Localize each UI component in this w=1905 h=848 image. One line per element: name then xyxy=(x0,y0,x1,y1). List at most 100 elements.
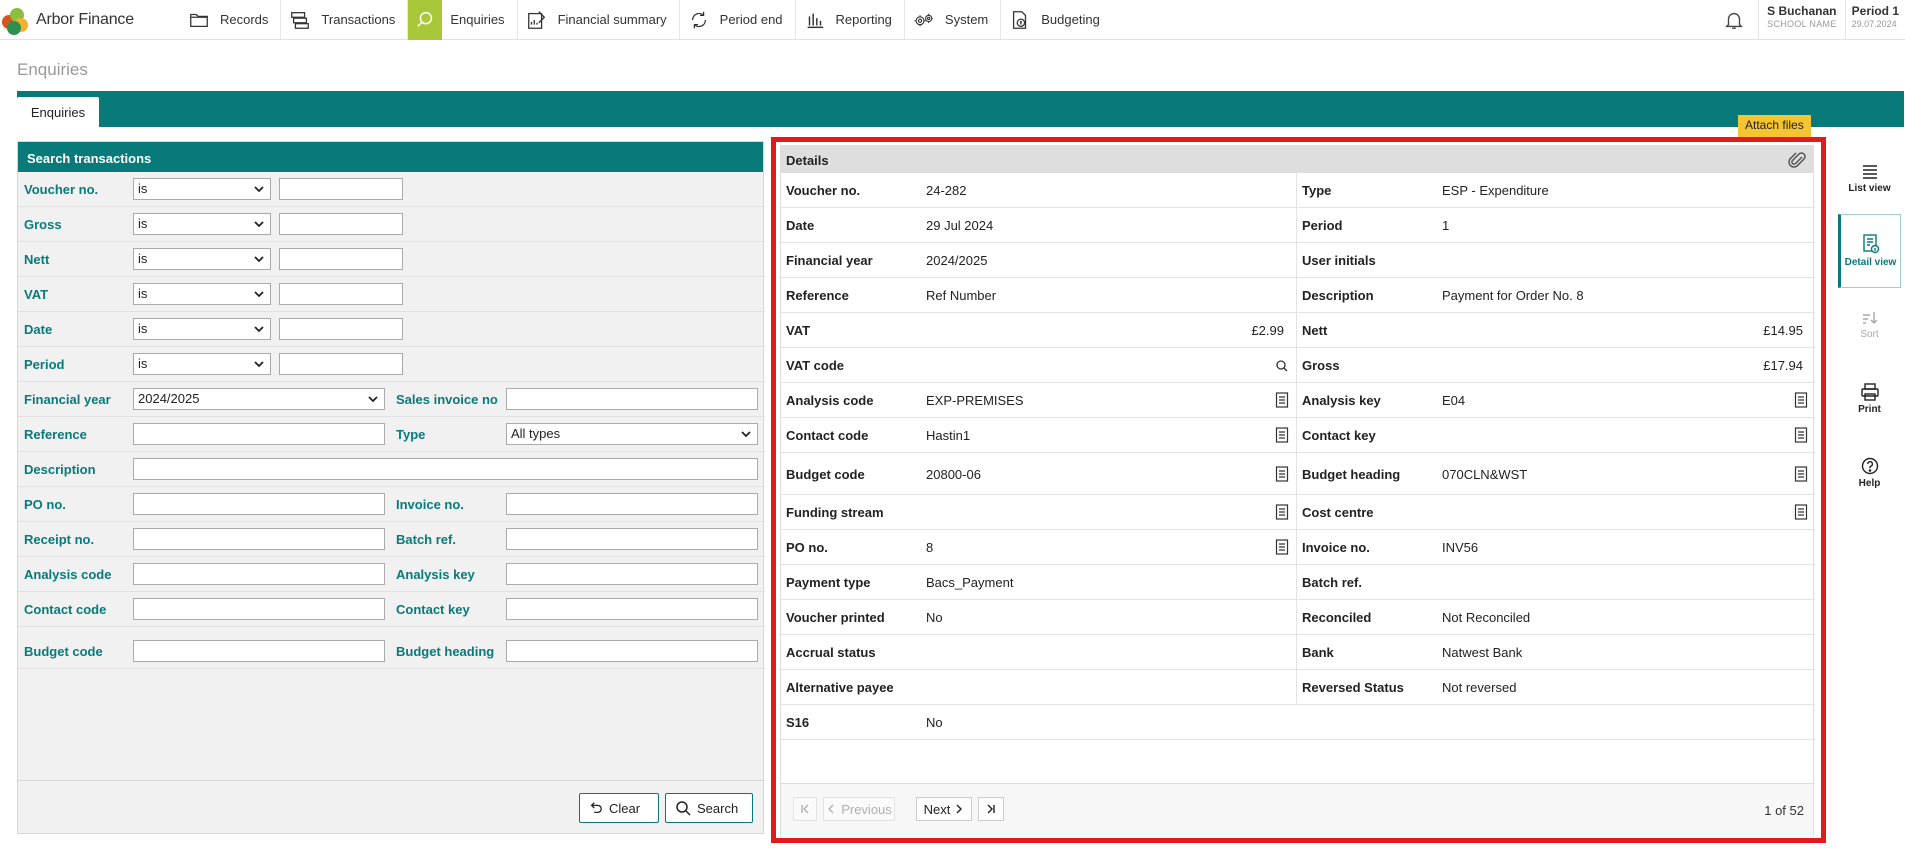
document-lookup-icon[interactable] xyxy=(1794,504,1808,520)
search-icon xyxy=(408,0,443,40)
budget-code-input[interactable] xyxy=(133,640,385,662)
contact-code-input[interactable] xyxy=(133,598,385,620)
nav-item-transactions[interactable]: Transactions xyxy=(281,0,409,39)
cycle-icon xyxy=(688,9,710,31)
document-lookup-icon[interactable] xyxy=(1275,539,1289,555)
nett-input[interactable] xyxy=(279,248,403,270)
chevron-down-icon xyxy=(254,361,264,368)
sales-invoice-input[interactable] xyxy=(506,388,758,410)
voucher-no-operator-select[interactable]: is xyxy=(133,178,271,200)
first-page-button[interactable] xyxy=(793,797,817,821)
search-row-gross: Gross is xyxy=(18,207,765,242)
document-chart-icon xyxy=(526,9,548,31)
po-no-input[interactable] xyxy=(133,493,385,515)
search-row-analysis-code: Analysis code Analysis key xyxy=(18,557,765,592)
document-lookup-icon[interactable] xyxy=(1794,466,1808,482)
select-value: is xyxy=(138,321,148,336)
document-lookup-icon[interactable] xyxy=(1275,427,1289,443)
select-value: is xyxy=(138,286,148,301)
list-view-button[interactable]: List view xyxy=(1838,142,1901,216)
period-indicator[interactable]: Period 1 29.07.2024 xyxy=(1846,0,1905,39)
batch-ref-input[interactable] xyxy=(506,528,758,550)
contact-key-input[interactable] xyxy=(506,598,758,620)
help-button[interactable]: Help xyxy=(1838,436,1901,510)
nav-item-financial-summary[interactable]: Financial summary xyxy=(518,0,680,39)
description-input[interactable] xyxy=(133,458,758,480)
paperclip-icon[interactable] xyxy=(1787,150,1807,170)
nav-item-reporting[interactable]: Reporting xyxy=(796,0,905,39)
sort-button[interactable]: Sort xyxy=(1838,288,1901,362)
detail-label: PO no. xyxy=(786,540,828,555)
financial-year-select[interactable]: 2024/2025 xyxy=(133,388,385,410)
print-button[interactable]: Print xyxy=(1838,362,1901,436)
vat-input[interactable] xyxy=(279,283,403,305)
document-lookup-icon[interactable] xyxy=(1794,427,1808,443)
search-button[interactable]: Search xyxy=(665,793,753,823)
nav-item-budgeting[interactable]: Budgeting xyxy=(1001,0,1112,39)
next-page-button[interactable]: Next xyxy=(916,797,972,821)
nav-item-system[interactable]: System xyxy=(905,0,1002,39)
details-row: Voucher printed No Reconciled Not Reconc… xyxy=(781,600,1815,635)
nav-item-period-end[interactable]: Period end xyxy=(680,0,796,39)
user-name: S Buchanan xyxy=(1767,4,1837,18)
field-label: Analysis code xyxy=(24,567,112,582)
field-label: Budget code xyxy=(24,644,103,659)
detail-label: Alternative payee xyxy=(786,680,894,695)
search-label: Search xyxy=(697,800,739,816)
previous-page-button[interactable]: Previous xyxy=(823,797,895,821)
period-operator-select[interactable]: is xyxy=(133,353,271,375)
reference-input[interactable] xyxy=(133,423,385,445)
search-row-po-no: PO no. Invoice no. xyxy=(18,487,765,522)
invoice-no-input[interactable] xyxy=(506,493,758,515)
detail-label: Reconciled xyxy=(1302,610,1372,625)
school-name: SCHOOL NAME xyxy=(1767,19,1837,29)
detail-field-user-initials: User initials xyxy=(1297,243,1815,277)
document-lookup-icon[interactable] xyxy=(1794,392,1808,408)
document-lookup-icon[interactable] xyxy=(1275,466,1289,482)
date-operator-select[interactable]: is xyxy=(133,318,271,340)
clear-button[interactable]: Clear xyxy=(579,793,659,823)
gross-input[interactable] xyxy=(279,213,403,235)
undo-icon xyxy=(590,802,602,814)
search-icon[interactable] xyxy=(1275,358,1289,374)
app-logo[interactable]: Arbor Finance xyxy=(0,0,180,39)
nav-item-enquiries[interactable]: Enquiries xyxy=(408,0,518,40)
detail-field-gross: Gross £17.94 xyxy=(1297,348,1815,382)
details-row: PO no. 8 Invoice no. INV56 xyxy=(781,530,1815,565)
detail-value: 29 Jul 2024 xyxy=(926,218,994,233)
nav-label: Budgeting xyxy=(1041,12,1100,27)
nett-operator-select[interactable]: is xyxy=(133,248,271,270)
detail-value: £2.99 xyxy=(1251,323,1284,338)
detail-view-button[interactable]: Detail view xyxy=(1838,214,1901,288)
budget-document-icon xyxy=(1009,9,1031,31)
detail-field-alternative-payee: Alternative payee xyxy=(781,670,1297,704)
voucher-no-input[interactable] xyxy=(279,178,403,200)
gross-operator-select[interactable]: is xyxy=(133,213,271,235)
details-row: Financial year 2024/2025 User initials xyxy=(781,243,1815,278)
detail-field-voucher-no: Voucher no. 24-282 xyxy=(781,173,1297,207)
detail-label: S16 xyxy=(786,715,810,730)
period-input[interactable] xyxy=(279,353,403,375)
search-panel-title: Search transactions xyxy=(18,142,763,172)
date-input[interactable] xyxy=(279,318,403,340)
nav-item-records[interactable]: Records xyxy=(180,0,282,39)
analysis-key-input[interactable] xyxy=(506,563,758,585)
attach-files-button[interactable]: Attach files xyxy=(1738,115,1811,137)
user-menu[interactable]: S Buchanan SCHOOL NAME xyxy=(1759,0,1846,39)
document-lookup-icon[interactable] xyxy=(1275,392,1289,408)
select-value: is xyxy=(138,181,148,196)
receipt-no-input[interactable] xyxy=(133,528,385,550)
analysis-code-input[interactable] xyxy=(133,563,385,585)
type-select[interactable]: All types xyxy=(506,423,758,445)
detail-label: VAT code xyxy=(786,358,845,373)
detail-value: 20800-06 xyxy=(926,467,981,482)
search-icon xyxy=(676,801,691,816)
last-page-button[interactable] xyxy=(978,797,1004,821)
top-right-area: S Buchanan SCHOOL NAME Period 1 29.07.20… xyxy=(1709,0,1905,39)
tab-enquiries[interactable]: Enquiries xyxy=(17,97,99,127)
notifications-button[interactable] xyxy=(1709,0,1760,39)
vat-operator-select[interactable]: is xyxy=(133,283,271,305)
budget-heading-input[interactable] xyxy=(506,640,758,662)
document-lookup-icon[interactable] xyxy=(1275,504,1289,520)
detail-value: No xyxy=(926,610,943,625)
